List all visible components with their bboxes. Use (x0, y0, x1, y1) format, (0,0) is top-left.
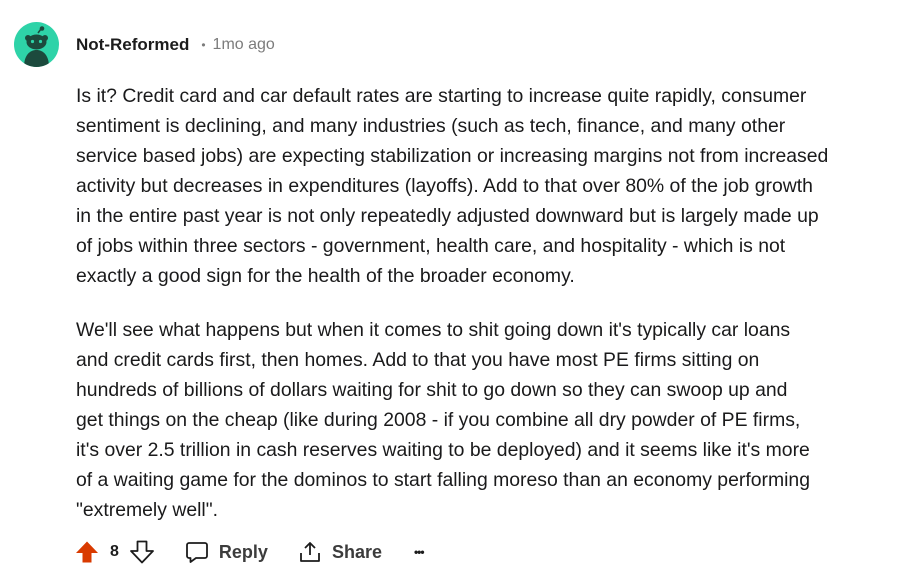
text-line: Is it? Credit card and car default rates… (76, 85, 807, 107)
text-line: service based jobs) are expecting stabil… (76, 145, 829, 167)
text-line: of a waiting game for the dominos to sta… (76, 469, 810, 491)
more-options-button[interactable]: ••• (414, 536, 444, 568)
reply-label: Reply (218, 541, 268, 562)
snoo-avatar-icon (24, 26, 49, 67)
comment-body: Is it? Credit card and car default rates… (76, 81, 906, 549)
text-line: and credit cards first, then homes. Add … (76, 349, 760, 371)
avatar[interactable] (14, 22, 59, 67)
speech-bubble-icon (185, 540, 209, 564)
comment-paragraph: We'll see what happens but when it comes… (76, 315, 906, 525)
meta-separator: • (201, 38, 206, 52)
overflow-menu-icon: ••• (413, 545, 425, 559)
text-line: get things on the cheap (like during 200… (76, 409, 801, 431)
share-button[interactable]: Share (298, 536, 382, 568)
timestamp[interactable]: 1mo ago (213, 36, 275, 54)
author-name[interactable]: Not-Reformed (76, 35, 189, 55)
text-line: it's over 2.5 trillion in cash reserves … (76, 439, 810, 461)
text-line: "extremely well". (76, 499, 218, 521)
text-line: hundreds of billions of dollars waiting … (76, 379, 788, 401)
share-icon (298, 540, 322, 564)
text-line: sentiment is declining, and many industr… (76, 115, 786, 137)
text-line: We'll see what happens but when it comes… (76, 319, 791, 341)
downvote-arrow-icon (130, 540, 154, 564)
reply-button[interactable]: Reply (185, 536, 268, 568)
upvote-arrow-icon (76, 541, 98, 563)
comment-action-bar: 8 Reply Share ••• (74, 536, 444, 568)
comment-meta: Not-Reformed • 1mo ago (76, 34, 275, 56)
text-line: activity but decreases in expenditures (… (76, 175, 813, 197)
text-line: in the entire past year is not only repe… (76, 205, 819, 227)
comment-paragraph: Is it? Credit card and car default rates… (76, 81, 906, 291)
comment: Not-Reformed • 1mo ago Is it? Credit car… (0, 0, 919, 582)
vote-score: 8 (110, 543, 119, 560)
share-label: Share (331, 541, 382, 562)
text-line: of jobs within three sectors - governmen… (76, 235, 786, 257)
downvote-button[interactable] (129, 537, 155, 567)
upvote-button[interactable] (74, 537, 100, 567)
text-line: exactly a good sign for the health of th… (76, 265, 575, 287)
